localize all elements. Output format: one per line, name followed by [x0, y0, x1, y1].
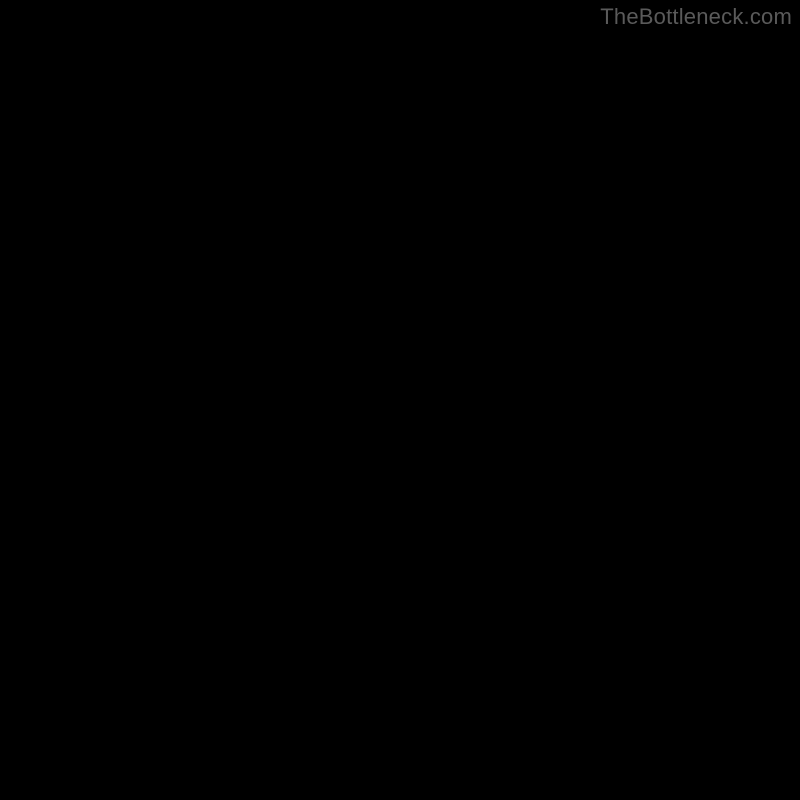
curve-marker — [359, 718, 375, 734]
watermark-text: TheBottleneck.com — [600, 4, 792, 30]
curve-marker — [368, 695, 384, 711]
curve-marker — [253, 681, 269, 697]
curve-marker — [285, 747, 301, 763]
curve-marker — [245, 658, 261, 674]
curve-marker — [318, 758, 334, 770]
plot-area — [30, 30, 770, 770]
curve-marker — [337, 749, 353, 765]
curve-marker — [300, 756, 316, 770]
curve-marker — [381, 662, 397, 678]
chart-curve-layer — [30, 30, 770, 770]
curve-marker — [270, 729, 286, 745]
bottleneck-curve — [89, 30, 770, 766]
